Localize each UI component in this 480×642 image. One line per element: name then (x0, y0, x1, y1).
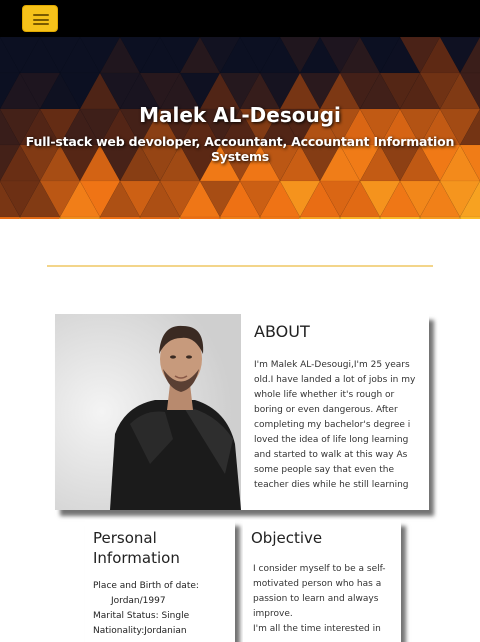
hero-banner: Malek AL-Desougi Full-stack web devolope… (0, 37, 480, 219)
nationality: Nationality:Jordanian (93, 626, 187, 636)
objective-card: Objective I consider myself to be a self… (243, 520, 401, 642)
hero-title: Malek AL-Desougi (139, 103, 341, 127)
hero-triangle (139, 216, 181, 219)
hero-triangle (259, 216, 301, 219)
hero-background (0, 37, 480, 219)
marital-status: Marital Status: Single (93, 611, 190, 621)
hero-triangle (219, 216, 261, 219)
birth-label: Place and Birth of date: (93, 581, 199, 591)
about-text: I'm Malek AL-Desougi,I'm 25 years old.I … (254, 360, 416, 490)
hero-triangle (99, 216, 141, 219)
hero-triangle (19, 216, 61, 219)
about-title: ABOUT (254, 322, 310, 341)
hamburger-icon (33, 14, 49, 16)
objective-text: I consider myself to be a self-motivated… (253, 564, 386, 634)
personal-info-title: Personal Information (93, 529, 180, 567)
about-card: ABOUT I'm Malek AL-Desougi,I'm 25 years … (55, 314, 429, 510)
hero-triangle (59, 216, 101, 219)
hero-triangle (0, 216, 21, 219)
hero-triangle (379, 216, 421, 219)
top-navbar (0, 0, 480, 37)
hero-triangle (179, 216, 221, 219)
section-divider (47, 265, 433, 267)
objective-title: Objective (251, 529, 323, 547)
profile-photo (55, 314, 241, 510)
birth-value: Jordan/1997 (111, 596, 166, 606)
hero-triangle (339, 216, 381, 219)
personal-info-card: Personal Information Place and Birth of … (85, 520, 235, 642)
hero-triangle (459, 216, 480, 219)
menu-toggle-button[interactable] (22, 5, 58, 32)
hero-triangle (419, 216, 461, 219)
hero-subtitle: Full-stack web devoloper, Accountant, Ac… (25, 134, 455, 164)
hero-triangle (299, 216, 341, 219)
